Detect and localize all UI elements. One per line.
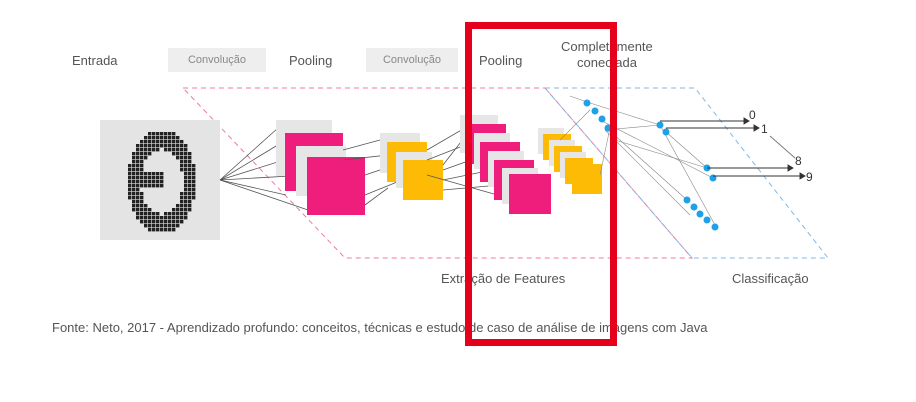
label-convolucao-2: Convolução [366, 48, 458, 72]
label-classification: Classificação [732, 271, 809, 286]
output-label-1: 1 [761, 122, 768, 136]
output-label-0: 0 [749, 108, 756, 122]
label-pooling-1: Pooling [289, 53, 333, 68]
conv1-feature-maps [276, 120, 365, 215]
input-digit-image [100, 120, 220, 240]
highlight-box [465, 22, 617, 346]
label-entrada: Entrada [72, 53, 118, 68]
cnn-diagram: 0 1 8 9 [100, 87, 830, 259]
output-arrows [660, 117, 806, 180]
label-convolucao-1: Convolução [168, 48, 266, 72]
output-label-9: 9 [806, 170, 813, 184]
output-label-8: 8 [795, 154, 802, 168]
pool1-feature-maps [380, 133, 443, 200]
